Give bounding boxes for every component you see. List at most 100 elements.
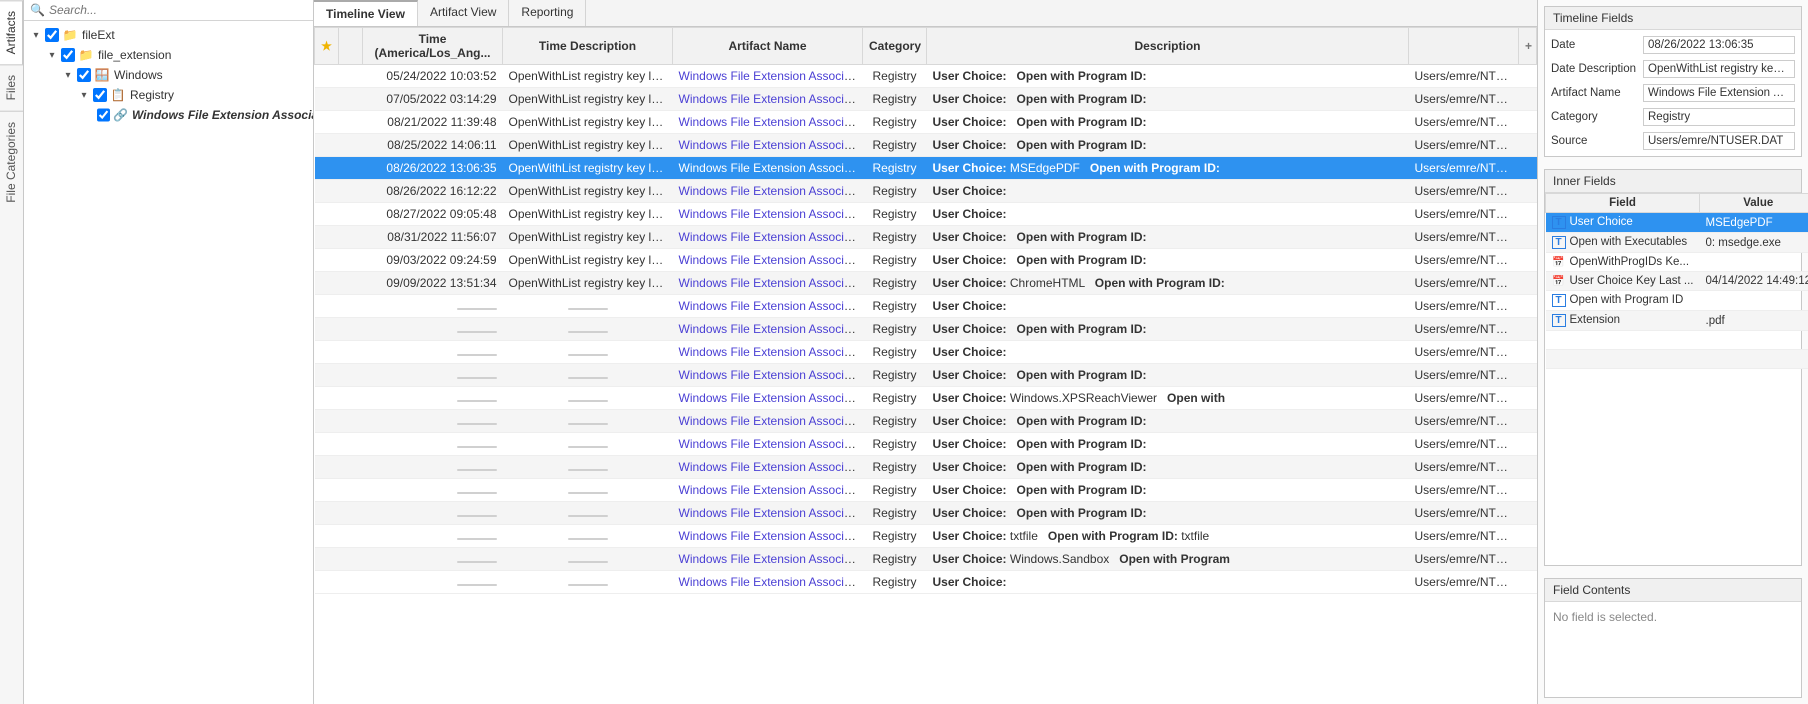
- table-row[interactable]: 05/24/2022 10:03:52OpenWithList registry…: [315, 65, 1537, 88]
- cell-category: Registry: [863, 456, 927, 479]
- table-row[interactable]: Windows File Extension AssociationsRegis…: [315, 410, 1537, 433]
- kv-value[interactable]: Windows File Extension Associat: [1643, 84, 1795, 102]
- table-row[interactable]: Windows File Extension AssociationsRegis…: [315, 295, 1537, 318]
- table-row[interactable]: Windows File Extension AssociationsRegis…: [315, 456, 1537, 479]
- tab-artifact-view[interactable]: Artifact View: [418, 0, 509, 26]
- tree-checkbox[interactable]: [77, 68, 91, 82]
- inner-row[interactable]: TOpen with Executables0: msedge.exe: [1546, 233, 1808, 253]
- table-row[interactable]: 08/31/2022 11:56:07OpenWithList registry…: [315, 226, 1537, 249]
- artifact-link[interactable]: Windows File Extension Associations: [679, 575, 863, 589]
- artifact-link[interactable]: Windows File Extension Associations: [679, 161, 863, 175]
- artifact-link[interactable]: Windows File Extension Associations: [679, 276, 863, 290]
- kv-value[interactable]: Users/emre/NTUSER.DAT: [1643, 132, 1795, 150]
- table-row[interactable]: Windows File Extension AssociationsRegis…: [315, 364, 1537, 387]
- inner-row[interactable]: TUser ChoiceMSEdgePDF: [1546, 213, 1808, 233]
- cell-time: [363, 410, 503, 433]
- cell-category: Registry: [863, 226, 927, 249]
- table-row[interactable]: 09/03/2022 09:24:59OpenWithList registry…: [315, 249, 1537, 272]
- artifact-link[interactable]: Windows File Extension Associations: [679, 184, 863, 198]
- table-row[interactable]: 08/26/2022 13:06:35OpenWithList registry…: [315, 157, 1537, 180]
- artifact-link[interactable]: Windows File Extension Associations: [679, 299, 863, 313]
- kv-value[interactable]: 08/26/2022 13:06:35: [1643, 36, 1795, 54]
- col-category[interactable]: Category: [863, 28, 927, 65]
- artifact-link[interactable]: Windows File Extension Associations: [679, 506, 863, 520]
- table-row[interactable]: 08/26/2022 16:12:22OpenWithList registry…: [315, 180, 1537, 203]
- artifact-link[interactable]: Windows File Extension Associations: [679, 552, 863, 566]
- tree-row[interactable]: ▾📁fileExt: [24, 25, 313, 45]
- timeless-pill: [568, 446, 608, 448]
- tree-row[interactable]: ▾📁file_extension: [24, 45, 313, 65]
- tab-timeline-view[interactable]: Timeline View: [314, 0, 418, 26]
- inner-row[interactable]: 📅OpenWithProgIDs Ke...: [1546, 253, 1808, 272]
- table-row[interactable]: 08/27/2022 09:05:48OpenWithList registry…: [315, 203, 1537, 226]
- chevron-down-icon[interactable]: ▾: [78, 90, 90, 101]
- table-row[interactable]: 08/25/2022 14:06:11OpenWithList registry…: [315, 134, 1537, 157]
- artifact-link[interactable]: Windows File Extension Associations: [679, 69, 863, 83]
- artifact-link[interactable]: Windows File Extension Associations: [679, 414, 863, 428]
- timeline-grid-wrap[interactable]: ★ Time (America/Los_Ang... Time Descript…: [314, 27, 1537, 704]
- col-desc[interactable]: Description: [927, 28, 1409, 65]
- table-row[interactable]: Windows File Extension AssociationsRegis…: [315, 341, 1537, 364]
- artifact-link[interactable]: Windows File Extension Associations: [679, 437, 863, 451]
- tree-checkbox[interactable]: [93, 88, 107, 102]
- tree-checkbox[interactable]: [45, 28, 59, 42]
- table-row[interactable]: 09/09/2022 13:51:34OpenWithList registry…: [315, 272, 1537, 295]
- tree-row[interactable]: 🔗Windows File Extension Associations: [24, 105, 313, 125]
- table-row[interactable]: Windows File Extension AssociationsRegis…: [315, 548, 1537, 571]
- table-row[interactable]: Windows File Extension AssociationsRegis…: [315, 387, 1537, 410]
- kv-value[interactable]: Registry: [1643, 108, 1795, 126]
- tree-checkbox[interactable]: [97, 108, 110, 122]
- artifact-link[interactable]: Windows File Extension Associations: [679, 368, 863, 382]
- chevron-down-icon[interactable]: ▾: [30, 30, 42, 41]
- tree-checkbox[interactable]: [61, 48, 75, 62]
- add-column-button[interactable]: +: [1519, 28, 1537, 65]
- col-artifact[interactable]: Artifact Name: [673, 28, 863, 65]
- inner-col-value[interactable]: Value: [1700, 194, 1808, 213]
- artifact-link[interactable]: Windows File Extension Associations: [679, 115, 863, 129]
- table-row[interactable]: Windows File Extension AssociationsRegis…: [315, 479, 1537, 502]
- inner-row[interactable]: 📅User Choice Key Last ...04/14/2022 14:4…: [1546, 272, 1808, 291]
- artifact-link[interactable]: Windows File Extension Associations: [679, 138, 863, 152]
- table-row[interactable]: Windows File Extension AssociationsRegis…: [315, 525, 1537, 548]
- artifact-link[interactable]: Windows File Extension Associations: [679, 207, 863, 221]
- table-row[interactable]: Windows File Extension AssociationsRegis…: [315, 502, 1537, 525]
- rail-tab-artifacts[interactable]: Artifacts: [0, 0, 23, 64]
- col-timedesc[interactable]: Time Description: [503, 28, 673, 65]
- artifact-link[interactable]: Windows File Extension Associations: [679, 460, 863, 474]
- table-row[interactable]: Windows File Extension AssociationsRegis…: [315, 571, 1537, 594]
- col-time[interactable]: Time (America/Los_Ang...: [363, 28, 503, 65]
- tree-row[interactable]: ▾🪟Windows: [24, 65, 313, 85]
- cell-description: User Choice: Open with Program ID:: [927, 111, 1409, 134]
- cell-source: Users/emre/NTUSER: [1409, 249, 1519, 272]
- artifact-link[interactable]: Windows File Extension Associations: [679, 230, 863, 244]
- cell-artifact: Windows File Extension Associations: [673, 571, 863, 594]
- cell-artifact: Windows File Extension Associations: [673, 341, 863, 364]
- table-row[interactable]: 07/05/2022 03:14:29OpenWithList registry…: [315, 88, 1537, 111]
- artifact-link[interactable]: Windows File Extension Associations: [679, 345, 863, 359]
- artifact-link[interactable]: Windows File Extension Associations: [679, 483, 863, 497]
- chevron-down-icon[interactable]: ▾: [62, 70, 74, 81]
- rail-tab-file-categories[interactable]: File Categories: [0, 111, 23, 213]
- col-star[interactable]: ★: [315, 28, 339, 65]
- table-row[interactable]: Windows File Extension AssociationsRegis…: [315, 433, 1537, 456]
- timeless-pill: [457, 400, 497, 402]
- inner-col-field[interactable]: Field: [1546, 194, 1700, 213]
- artifact-link[interactable]: Windows File Extension Associations: [679, 92, 863, 106]
- table-row[interactable]: 08/21/2022 11:39:48OpenWithList registry…: [315, 111, 1537, 134]
- col-source[interactable]: [1409, 28, 1519, 65]
- search-input[interactable]: [49, 3, 307, 17]
- chevron-down-icon[interactable]: ▾: [46, 50, 58, 61]
- tab-reporting[interactable]: Reporting: [509, 0, 586, 26]
- artifact-link[interactable]: Windows File Extension Associations: [679, 253, 863, 267]
- artifact-link[interactable]: Windows File Extension Associations: [679, 529, 863, 543]
- tree-row[interactable]: ▾📋Registry: [24, 85, 313, 105]
- artifact-link[interactable]: Windows File Extension Associations: [679, 322, 863, 336]
- col-blank[interactable]: [339, 28, 363, 65]
- kv-value[interactable]: OpenWithList registry key last up: [1643, 60, 1795, 78]
- timeless-pill: [568, 538, 608, 540]
- rail-tab-files[interactable]: Files: [0, 64, 23, 110]
- inner-row[interactable]: TOpen with Program ID: [1546, 291, 1808, 311]
- table-row[interactable]: Windows File Extension AssociationsRegis…: [315, 318, 1537, 341]
- artifact-link[interactable]: Windows File Extension Associations: [679, 391, 863, 405]
- inner-row[interactable]: TExtension.pdf: [1546, 311, 1808, 331]
